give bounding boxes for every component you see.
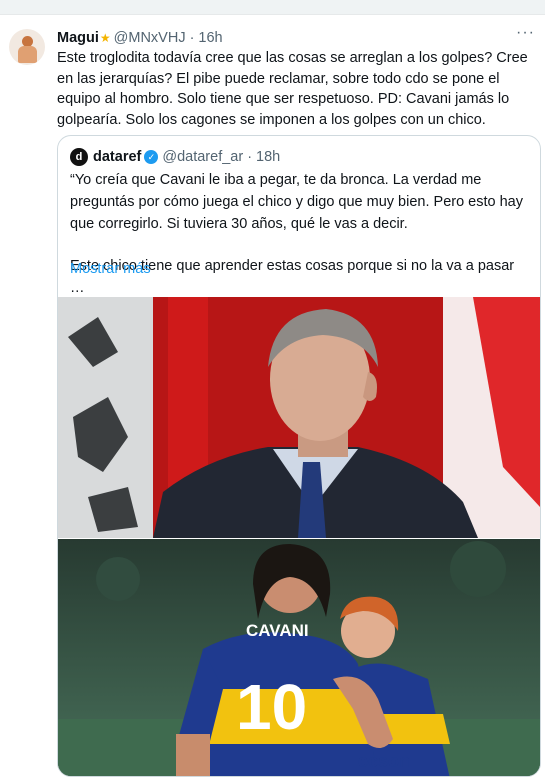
media-image-players[interactable]: CAVANI 10 ecson — [58, 539, 540, 776]
quoted-timestamp[interactable]: 18h — [256, 149, 280, 165]
jersey-name-text: CAVANI — [246, 621, 309, 640]
verified-badge-icon: ✓ — [144, 150, 159, 164]
tweet-timestamp[interactable]: 16h — [198, 30, 222, 46]
sponsor-text: ecson — [358, 751, 410, 771]
author-handle[interactable]: @MNxVHJ — [114, 30, 186, 46]
tweet-header: Magui ★ @MNxVHJ · 16h — [57, 28, 223, 48]
quoted-paragraph-1: “Yo creía que Cavani le iba a pegar, te … — [70, 172, 523, 232]
tweet-text: Este troglodita todavía cree que las cos… — [57, 50, 528, 128]
quoted-tweet[interactable]: d dataref ✓ @dataref_ar · 18h “Yo creía … — [57, 135, 541, 777]
show-more-link[interactable]: Mostrar más — [70, 261, 151, 277]
players-illustration: CAVANI 10 ecson — [58, 539, 540, 776]
quoted-tweet-header: d dataref ✓ @dataref_ar · 18h — [70, 148, 280, 166]
jersey-number-text: 10 — [236, 671, 307, 743]
media-image-interview[interactable] — [58, 297, 540, 538]
avatar-body-shape — [18, 46, 37, 63]
separator-dot: · — [189, 30, 195, 46]
author-name[interactable]: Magui — [57, 30, 99, 46]
quoted-author-handle[interactable]: @dataref_ar — [162, 149, 243, 165]
previous-tweet-divider — [0, 0, 545, 15]
quoted-author-avatar[interactable]: d — [70, 148, 88, 166]
quoted-author-name[interactable]: dataref — [93, 149, 141, 165]
separator-dot: · — [247, 149, 253, 165]
star-badge-icon: ★ — [99, 31, 111, 45]
more-options-icon[interactable]: ··· — [516, 24, 535, 42]
interview-illustration — [58, 297, 540, 538]
author-avatar[interactable] — [9, 29, 45, 65]
media-grid: CAVANI 10 ecson — [58, 297, 540, 776]
quoted-tweet-text: “Yo creía que Cavani le iba a pegar, te … — [70, 169, 530, 299]
